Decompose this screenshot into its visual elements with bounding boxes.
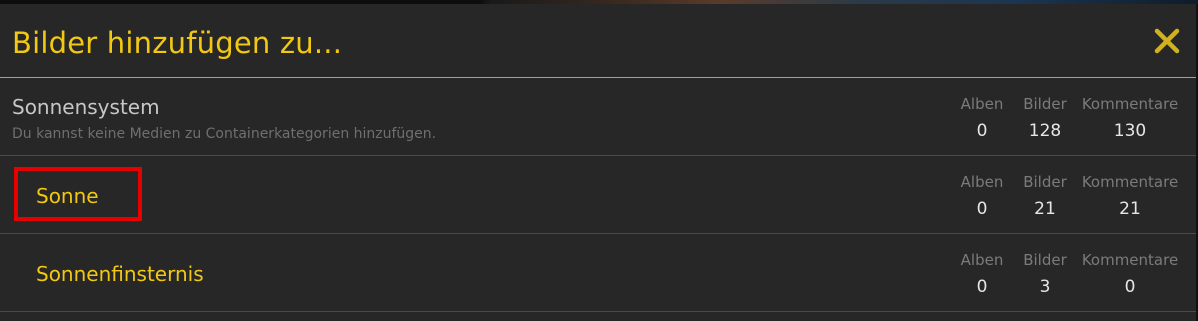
stat-value: 21 <box>1119 199 1141 219</box>
stat-label: Kommentare <box>1081 173 1179 191</box>
dialog-title: Bilder hinzufügen zu... <box>12 26 343 60</box>
stat-kommentare: Kommentare 130 <box>1078 95 1182 141</box>
stat-value: 0 <box>976 277 988 297</box>
stat-label: Alben <box>960 251 1004 269</box>
stat-bilder: Bilder 3 <box>1020 251 1070 297</box>
stat-value: 3 <box>1039 277 1051 297</box>
stat-alben: Alben 0 <box>956 95 1008 141</box>
stat-value: 128 <box>1028 121 1062 141</box>
stat-label: Bilder <box>1023 173 1067 191</box>
category-description: Du kannst keine Medien zu Containerkateg… <box>12 126 437 142</box>
category-row-sonne[interactable]: Sonne Alben 0 Bilder 21 Kommentare 21 <box>0 156 1196 234</box>
stat-label: Alben <box>960 95 1004 113</box>
stat-value: 0 <box>1124 277 1136 297</box>
stat-value: 21 <box>1034 199 1056 219</box>
category-link-sonnenfinsternis[interactable]: Sonnenfinsternis <box>36 262 204 286</box>
stat-label: Kommentare <box>1081 251 1179 269</box>
stat-label: Bilder <box>1023 95 1067 113</box>
category-link-sonne[interactable]: Sonne <box>36 184 99 208</box>
close-icon[interactable] <box>1152 24 1182 58</box>
add-images-dialog: Bilder hinzufügen zu... Sonnensystem Du … <box>0 4 1198 321</box>
stat-label: Kommentare <box>1081 95 1179 113</box>
stat-alben: Alben 0 <box>956 173 1008 219</box>
stat-kommentare: Kommentare 0 <box>1078 251 1182 297</box>
category-row-sonnensystem: Sonnensystem Du kannst keine Medien zu C… <box>0 78 1196 156</box>
stat-label: Bilder <box>1023 251 1067 269</box>
dialog-header: Bilder hinzufügen zu... <box>0 4 1196 78</box>
stat-alben: Alben 0 <box>956 251 1008 297</box>
stat-value: 0 <box>976 199 988 219</box>
stat-value: 130 <box>1113 121 1147 141</box>
stat-bilder: Bilder 21 <box>1020 173 1070 219</box>
stat-label: Alben <box>960 173 1004 191</box>
stat-kommentare: Kommentare 21 <box>1078 173 1182 219</box>
category-name: Sonnensystem <box>12 95 160 119</box>
stat-value: 0 <box>976 121 988 141</box>
stat-bilder: Bilder 128 <box>1020 95 1070 141</box>
category-row-sonnenfinsternis[interactable]: Sonnenfinsternis Alben 0 Bilder 3 Kommen… <box>0 234 1196 312</box>
